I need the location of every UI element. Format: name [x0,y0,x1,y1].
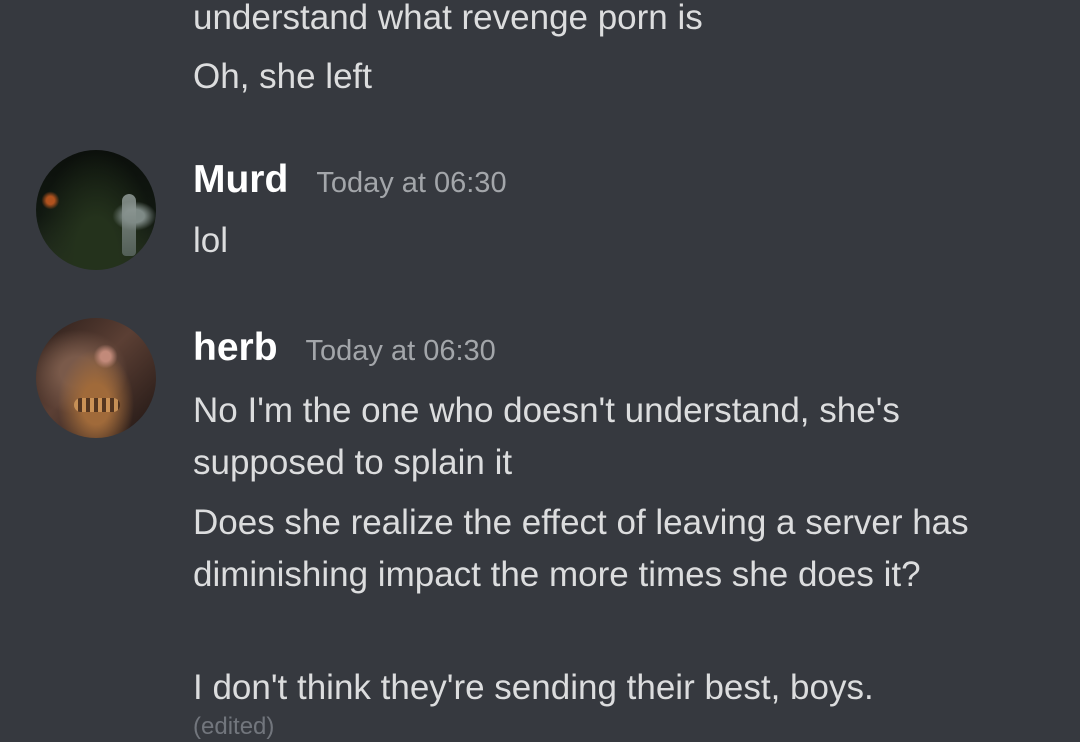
message-text: I don't think they're sending their best… [193,668,874,707]
chat-messages: understand what revenge porn is Oh, she … [0,0,1080,740]
message-text: Does she realize the effect of leaving a… [193,503,969,594]
username[interactable]: herb [193,326,278,370]
username[interactable]: Murd [193,158,288,202]
avatar-detail [74,398,120,412]
message-header: herb Today at 06:30 [193,326,496,378]
timestamp: Today at 06:30 [305,335,496,367]
timestamp: Today at 06:30 [316,167,507,199]
avatar[interactable] [36,318,156,438]
avatar-figure [122,194,136,256]
message-text: No I'm the one who doesn't understand, s… [193,391,900,482]
edited-label: (edited) [193,713,275,740]
message-text: understand what revenge porn is [193,0,703,37]
message-header: Murd Today at 06:30 [193,158,507,210]
avatar[interactable] [36,150,156,270]
message-text: Oh, she left [193,57,372,96]
message-text: lol [193,221,229,260]
